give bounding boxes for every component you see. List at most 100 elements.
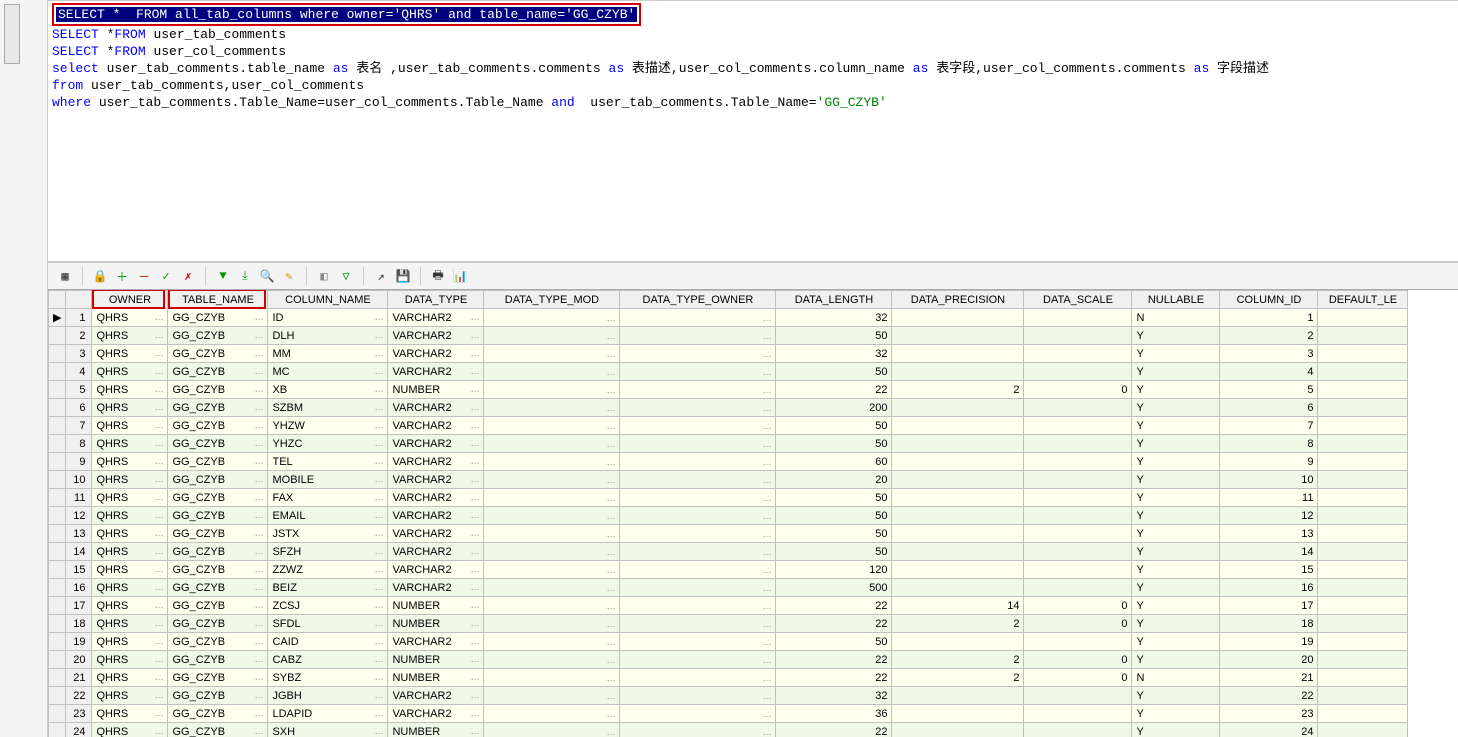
x-icon[interactable]: ✗ <box>179 267 197 285</box>
cell-cid[interactable]: 13 <box>1220 525 1318 543</box>
ellipsis-icon[interactable]: … <box>470 402 479 412</box>
sidebar-tab-marker[interactable] <box>4 4 20 64</box>
cell-dmod[interactable]: … <box>484 399 620 417</box>
cell-null[interactable]: Y <box>1132 327 1220 345</box>
cell-dlen[interactable]: 50 <box>776 327 892 345</box>
check-icon[interactable]: ✓ <box>157 267 175 285</box>
cell-col[interactable]: TEL… <box>268 453 388 471</box>
cell-default[interactable] <box>1318 345 1408 363</box>
cell-cid[interactable]: 21 <box>1220 669 1318 687</box>
ellipsis-icon[interactable]: … <box>762 619 771 629</box>
cell-dscale[interactable] <box>1024 435 1132 453</box>
ellipsis-icon[interactable]: … <box>374 366 383 376</box>
cell-dprec[interactable]: 2 <box>892 615 1024 633</box>
ellipsis-icon[interactable]: … <box>470 330 479 340</box>
ellipsis-icon[interactable]: … <box>470 366 479 376</box>
cell-owner[interactable]: QHRS… <box>92 345 168 363</box>
cell-col[interactable]: CABZ… <box>268 651 388 669</box>
save-icon[interactable]: 💾 <box>394 267 412 285</box>
ellipsis-icon[interactable]: … <box>606 421 615 431</box>
cell-downer[interactable]: … <box>620 471 776 489</box>
ellipsis-icon[interactable]: … <box>762 511 771 521</box>
ellipsis-icon[interactable]: … <box>762 709 771 719</box>
cell-dscale[interactable] <box>1024 417 1132 435</box>
cell-downer[interactable]: … <box>620 705 776 723</box>
cell-dtype[interactable]: VARCHAR2… <box>388 417 484 435</box>
cube-icon[interactable]: ◧ <box>315 267 333 285</box>
cell-cid[interactable]: 6 <box>1220 399 1318 417</box>
row-marker[interactable] <box>49 507 66 525</box>
cell-downer[interactable]: … <box>620 309 776 327</box>
ellipsis-icon[interactable]: … <box>470 690 479 700</box>
ellipsis-icon[interactable]: … <box>374 348 383 358</box>
cell-dtype[interactable]: VARCHAR2… <box>388 561 484 579</box>
cell-null[interactable]: Y <box>1132 381 1220 399</box>
cell-dprec[interactable] <box>892 363 1024 381</box>
ellipsis-icon[interactable]: … <box>254 546 263 556</box>
cell-dmod[interactable]: … <box>484 633 620 651</box>
ellipsis-icon[interactable]: … <box>154 672 163 682</box>
cell-dmod[interactable]: … <box>484 669 620 687</box>
ellipsis-icon[interactable]: … <box>762 331 771 341</box>
cell-table[interactable]: GG_CZYB… <box>168 345 268 363</box>
ellipsis-icon[interactable]: … <box>606 637 615 647</box>
ellipsis-icon[interactable]: … <box>606 709 615 719</box>
cell-owner[interactable]: QHRS… <box>92 723 168 737</box>
cell-owner[interactable]: QHRS… <box>92 669 168 687</box>
ellipsis-icon[interactable]: … <box>254 510 263 520</box>
table-row[interactable]: 6QHRS…GG_CZYB…SZBM…VARCHAR2………200Y6 <box>49 399 1408 417</box>
table-row[interactable]: 5QHRS…GG_CZYB…XB…NUMBER………2220Y5 <box>49 381 1408 399</box>
ellipsis-icon[interactable]: … <box>254 330 263 340</box>
cell-dtype[interactable]: VARCHAR2… <box>388 525 484 543</box>
ellipsis-icon[interactable]: … <box>374 528 383 538</box>
cell-table[interactable]: GG_CZYB… <box>168 651 268 669</box>
cell-dtype[interactable]: NUMBER… <box>388 723 484 737</box>
table-row[interactable]: 20QHRS…GG_CZYB…CABZ…NUMBER………2220Y20 <box>49 651 1408 669</box>
cell-default[interactable] <box>1318 363 1408 381</box>
cell-default[interactable] <box>1318 543 1408 561</box>
cell-dlen[interactable]: 32 <box>776 309 892 327</box>
cell-table[interactable]: GG_CZYB… <box>168 399 268 417</box>
cell-owner[interactable]: QHRS… <box>92 633 168 651</box>
cell-dlen[interactable]: 50 <box>776 417 892 435</box>
cell-owner[interactable]: QHRS… <box>92 687 168 705</box>
cell-owner[interactable]: QHRS… <box>92 453 168 471</box>
cell-null[interactable]: Y <box>1132 471 1220 489</box>
cell-table[interactable]: GG_CZYB… <box>168 309 268 327</box>
cell-table[interactable]: GG_CZYB… <box>168 615 268 633</box>
ellipsis-icon[interactable]: … <box>762 475 771 485</box>
ellipsis-icon[interactable]: … <box>470 600 479 610</box>
cell-table[interactable]: GG_CZYB… <box>168 579 268 597</box>
ellipsis-icon[interactable]: … <box>254 708 263 718</box>
cell-dtype[interactable]: VARCHAR2… <box>388 363 484 381</box>
cell-dmod[interactable]: … <box>484 597 620 615</box>
cell-dmod[interactable]: … <box>484 687 620 705</box>
cell-cid[interactable]: 2 <box>1220 327 1318 345</box>
cell-dscale[interactable] <box>1024 399 1132 417</box>
cell-owner[interactable]: QHRS… <box>92 489 168 507</box>
cell-downer[interactable]: … <box>620 327 776 345</box>
col-data-type-owner[interactable]: DATA_TYPE_OWNER <box>620 291 776 309</box>
table-row[interactable]: 15QHRS…GG_CZYB…ZZWZ…VARCHAR2………120Y15 <box>49 561 1408 579</box>
cell-col[interactable]: CAID… <box>268 633 388 651</box>
cell-default[interactable] <box>1318 615 1408 633</box>
cell-dlen[interactable]: 120 <box>776 561 892 579</box>
cell-col[interactable]: JGBH… <box>268 687 388 705</box>
cell-dlen[interactable]: 50 <box>776 525 892 543</box>
ellipsis-icon[interactable]: … <box>470 474 479 484</box>
row-marker[interactable] <box>49 381 66 399</box>
row-marker[interactable] <box>49 705 66 723</box>
ellipsis-icon[interactable]: … <box>154 402 163 412</box>
cell-dscale[interactable] <box>1024 723 1132 737</box>
cell-dmod[interactable]: … <box>484 579 620 597</box>
cell-dlen[interactable]: 50 <box>776 543 892 561</box>
cell-dlen[interactable]: 20 <box>776 471 892 489</box>
ellipsis-icon[interactable]: … <box>762 565 771 575</box>
cell-dscale[interactable] <box>1024 363 1132 381</box>
ellipsis-icon[interactable]: … <box>374 690 383 700</box>
cell-dprec[interactable] <box>892 507 1024 525</box>
row-marker[interactable]: ▶ <box>49 309 66 327</box>
table-row[interactable]: 16QHRS…GG_CZYB…BEIZ…VARCHAR2………500Y16 <box>49 579 1408 597</box>
results-table[interactable]: OWNER TABLE_NAME COLUMN_NAME DATA_TYPE D… <box>48 290 1408 737</box>
plus-icon[interactable]: ＋ <box>113 267 131 285</box>
